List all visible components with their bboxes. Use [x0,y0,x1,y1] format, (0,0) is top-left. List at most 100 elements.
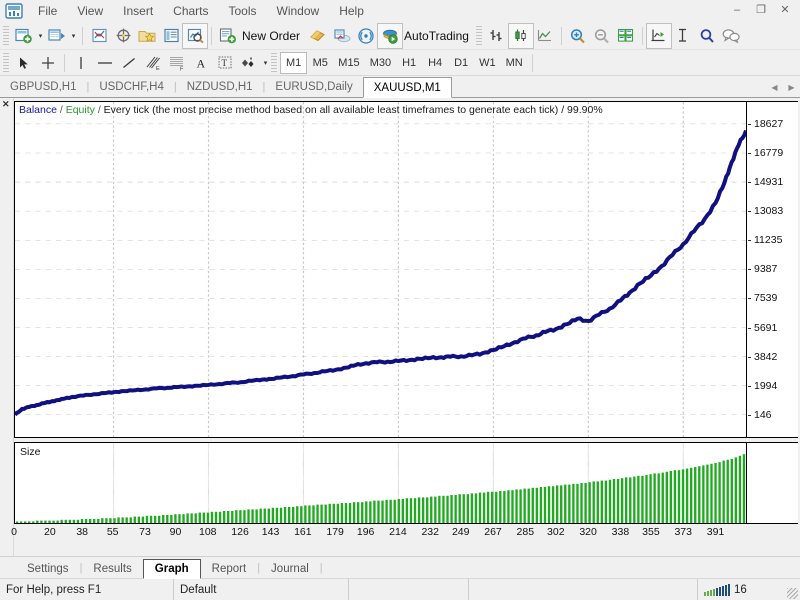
x-axis-tick: 302 [547,526,565,538]
terminal-icon[interactable] [159,24,183,48]
zoom-out-icon[interactable] [590,24,614,48]
timeframe-h4[interactable]: H4 [422,52,448,74]
x-axis-tick: 161 [294,526,312,538]
timeframe-mn[interactable]: MN [501,52,528,74]
y-axis[interactable]: 18627 16779 14931 13083 11235 9387 7539 5691 384… [746,102,798,437]
status-blank-2 [469,578,698,600]
restore-button[interactable]: ❐ [750,2,772,18]
new-order-button[interactable]: New Order [240,29,306,43]
status-profile[interactable]: Default [174,578,349,600]
x-axis-tick: 20 [44,526,56,538]
shapes-dropdown-icon[interactable]: ▾ [261,59,270,67]
legend-balance: Balance [19,104,57,116]
fibonacci-retracement-icon[interactable]: F [165,51,189,75]
x-axis-tick: 338 [611,526,630,538]
svg-text:T: T [222,58,228,68]
legend-sep-1: / [56,104,66,116]
timeframe-w1[interactable]: W1 [474,52,501,74]
text-label-icon[interactable]: T [213,51,237,75]
tester-rail: ✕ Tester [0,98,14,556]
timeframe-h1[interactable]: H1 [396,52,422,74]
menu-item-file[interactable]: File [28,2,67,20]
timeframe-m5[interactable]: M5 [307,52,333,74]
indicators-search-icon[interactable] [695,24,719,48]
tester-tab-results[interactable]: Results [82,559,142,578]
y-axis-tick: 7539 [747,292,778,305]
equidistant-channel-icon[interactable]: E [141,51,165,75]
menu-item-insert[interactable]: Insert [113,2,163,20]
toolbar-grip-icon[interactable] [3,25,9,46]
resize-grip-icon[interactable] [784,579,800,600]
x-axis-tick: 355 [642,526,660,538]
timeframe-m15[interactable]: M15 [333,52,364,74]
balance-plot[interactable]: Balance / Equity / Every tick (the most … [15,102,746,437]
x-axis-tick: 320 [579,526,597,538]
status-hint: For Help, press F1 [0,578,174,600]
x-axis-tick: 179 [326,526,344,538]
chart-tab-next-icon[interactable]: ▶ [785,80,798,95]
candlestick-chart-icon[interactable] [507,22,534,49]
chart-tab-xauusd-m1[interactable]: XAUUSD,M1 [362,77,452,98]
zoom-in-icon[interactable] [566,24,590,48]
x-axis-tick: 0 [11,526,17,538]
navigator-icon[interactable] [111,24,135,48]
chart-tab-usdchf-h4[interactable]: USDCHF,H4 [89,77,174,97]
menu-item-tools[interactable]: Tools [219,2,267,20]
text-tool-icon[interactable]: A [189,51,213,75]
vertical-line-icon[interactable] [69,51,93,75]
signals-icon[interactable] [354,24,378,48]
horizontal-line-icon[interactable] [93,51,117,75]
cursor-arrow-icon[interactable] [12,51,36,75]
chat-icon[interactable] [719,24,743,48]
tester-tab-divider: | [319,561,323,574]
chart-tab-gbpusd-h1[interactable]: GBPUSD,H1 [0,77,86,97]
menu-item-charts[interactable]: Charts [163,2,218,20]
new-order-icon[interactable] [216,24,240,48]
new-chart-dropdown-icon[interactable]: ▾ [36,32,45,40]
profiles-dropdown-icon[interactable]: ▾ [69,32,78,40]
shapes-icon[interactable] [237,51,261,75]
chart-tab-nzdusd-h1[interactable]: NZDUSD,H1 [177,77,263,97]
tile-windows-icon[interactable] [614,24,638,48]
chart-shift-icon[interactable] [645,22,672,49]
size-plot[interactable]: Size [15,443,746,523]
menu-item-window[interactable]: Window [267,2,330,20]
autotrading-button[interactable]: AutoTrading [402,29,475,43]
tester-tab-graph[interactable]: Graph [142,559,201,579]
toolbar-grip-2-icon[interactable] [475,25,482,46]
drawing-toolbar-grip-icon[interactable] [3,52,9,73]
strategy-tester-icon[interactable] [182,22,208,49]
x-axis-tick: 391 [706,526,725,538]
timeframe-d1[interactable]: D1 [448,52,474,74]
timeframe-m1[interactable]: M1 [280,51,308,74]
tester-tab-settings[interactable]: Settings [16,559,80,578]
tester-close-icon[interactable]: ✕ [2,99,10,109]
metaeditor-icon[interactable] [306,24,330,48]
line-chart-icon[interactable] [533,24,557,48]
tester-tab-report[interactable]: Report [201,559,258,578]
close-button[interactable]: ✕ [774,2,796,18]
tester-tab-journal[interactable]: Journal [260,559,320,578]
crosshair-icon[interactable] [36,51,60,75]
status-network[interactable]: 16 [698,579,784,600]
new-chart-icon[interactable] [12,24,36,48]
profiles-icon[interactable] [45,24,69,48]
x-axis-tick: 196 [356,526,375,538]
y-axis-tick: 16779 [747,146,784,159]
autotrading-icon[interactable] [377,22,404,49]
chart-tab-eurusd-daily[interactable]: EURUSD,Daily [265,77,362,97]
menu-item-help[interactable]: Help [329,2,374,20]
timeframe-m30[interactable]: M30 [365,52,396,74]
minimize-button[interactable]: – [726,2,748,18]
favorites-folder-icon[interactable] [135,24,159,48]
bar-chart-icon[interactable] [485,24,509,48]
timeframe-toolbar-grip-icon[interactable] [271,52,277,73]
balance-equity-panel: Balance / Equity / Every tick (the most … [14,101,798,438]
market-watch-icon[interactable] [87,24,111,48]
trendline-icon[interactable] [117,51,141,75]
menu-item-view[interactable]: View [67,2,113,20]
chart-autoscroll-icon[interactable] [671,24,695,48]
main-toolbar: ▾ ▾ New Order AutoTrading [0,22,800,50]
chart-tab-prev-icon[interactable]: ◀ [768,80,781,95]
mql5-community-icon[interactable] [330,24,354,48]
